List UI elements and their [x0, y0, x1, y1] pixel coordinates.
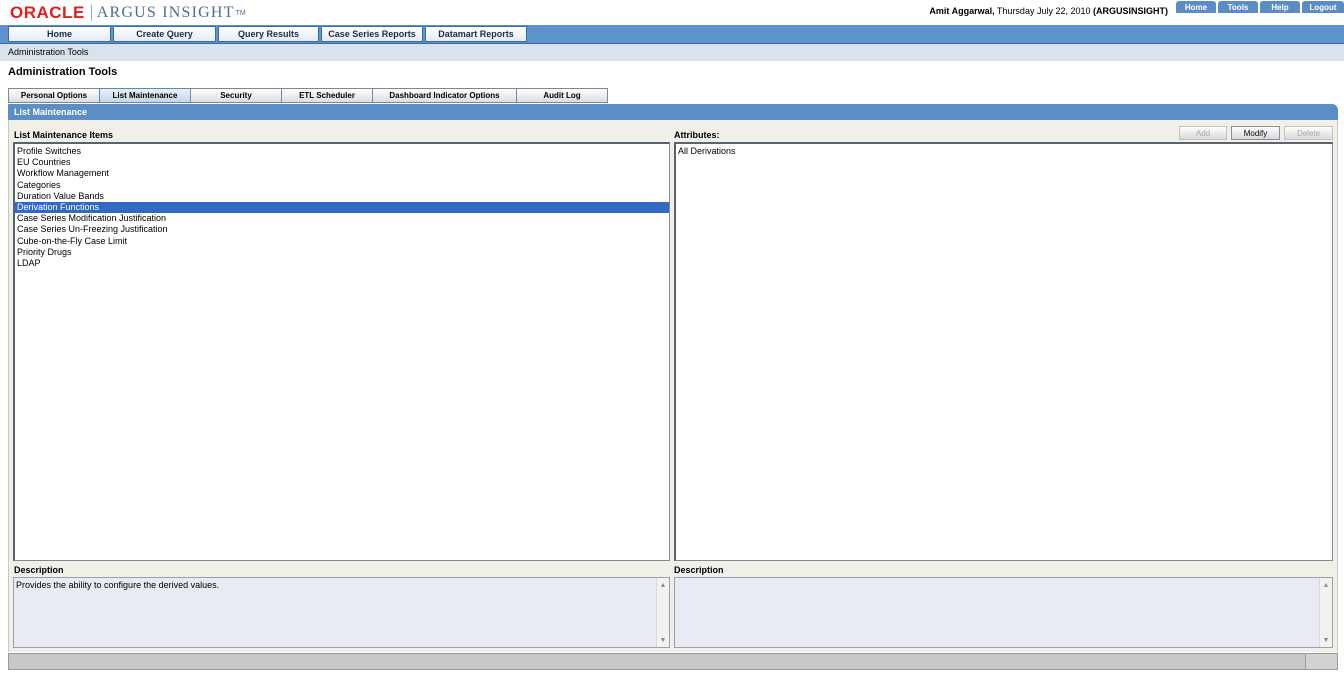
list-item-duration-value-bands[interactable]: Duration Value Bands — [15, 191, 669, 202]
right-description-scrollbar[interactable]: ▲ ▼ — [1319, 578, 1332, 647]
modify-button[interactable]: Modify — [1231, 126, 1280, 140]
list-items-label: List Maintenance Items — [14, 130, 114, 140]
list-item-derivation-functions[interactable]: Derivation Functions — [15, 201, 669, 214]
page-title: Administration Tools — [8, 66, 118, 78]
right-description-label: Description — [674, 565, 724, 575]
nav-case-series-reports[interactable]: Case Series Reports — [321, 26, 423, 42]
list-item-eu-countries[interactable]: EU Countries — [15, 157, 669, 168]
top-link-home[interactable]: Home — [1176, 1, 1216, 13]
top-link-logout[interactable]: Logout — [1302, 1, 1344, 13]
top-link-tools[interactable]: Tools — [1218, 1, 1258, 13]
scroll-down-icon[interactable]: ▼ — [657, 634, 669, 646]
left-description-box[interactable]: Provides the ability to configure the de… — [13, 577, 670, 648]
tab-personal-options[interactable]: Personal Options — [8, 88, 100, 103]
scroll-down-icon[interactable]: ▼ — [1320, 634, 1332, 646]
top-links: Home Tools Help Logout — [1176, 1, 1344, 13]
nav-home[interactable]: Home — [8, 26, 111, 42]
tab-dashboard-indicator-options[interactable]: Dashboard Indicator Options — [372, 88, 517, 103]
list-item-case-series-unfreezing[interactable]: Case Series Un-Freezing Justification — [15, 224, 669, 235]
list-item-profile-switches[interactable]: Profile Switches — [15, 146, 669, 157]
status-bar — [8, 653, 1338, 670]
status-bar-panel — [1305, 654, 1337, 669]
left-description-label: Description — [14, 565, 64, 575]
add-button[interactable]: Add — [1179, 126, 1227, 140]
current-date: Thursday July 22, 2010 — [994, 6, 1093, 16]
list-item-workflow-management[interactable]: Workflow Management — [15, 168, 669, 179]
section-header: List Maintenance — [8, 104, 1338, 120]
list-item-case-series-modification[interactable]: Case Series Modification Justification — [15, 213, 669, 224]
list-items-box[interactable]: Profile Switches EU Countries Workflow M… — [13, 142, 670, 561]
list-item-categories[interactable]: Categories — [15, 180, 669, 191]
left-description-text: Provides the ability to configure the de… — [16, 580, 220, 590]
list-item-priority-drugs[interactable]: Priority Drugs — [15, 247, 669, 258]
attribute-item-all-derivations[interactable]: All Derivations — [676, 146, 1332, 157]
oracle-argus-logo: ORACLE ARGUS INSIGHT TM — [10, 3, 246, 22]
logo-divider — [90, 5, 92, 21]
breadcrumb: Administration Tools — [0, 44, 1344, 61]
attributes-box[interactable]: All Derivations — [674, 142, 1333, 561]
list-item-ldap[interactable]: LDAP — [15, 258, 669, 269]
top-header: ORACLE ARGUS INSIGHT TM Amit Aggarwal, T… — [0, 0, 1344, 25]
top-link-help[interactable]: Help — [1260, 1, 1300, 13]
nav-create-query[interactable]: Create Query — [113, 26, 216, 42]
tab-etl-scheduler[interactable]: ETL Scheduler — [281, 88, 373, 103]
delete-button[interactable]: Delete — [1284, 126, 1333, 140]
instance-name: (ARGUSINSIGHT) — [1093, 6, 1168, 16]
trademark: TM — [235, 9, 246, 17]
oracle-wordmark: ORACLE — [10, 3, 85, 22]
right-description-box[interactable]: ▲ ▼ — [674, 577, 1333, 648]
main-navigation: Home Create Query Query Results Case Ser… — [0, 25, 1344, 44]
list-item-cube-on-the-fly[interactable]: Cube-on-the-Fly Case Limit — [15, 236, 669, 247]
tab-list-maintenance[interactable]: List Maintenance — [99, 88, 191, 103]
product-name: ARGUS INSIGHT — [96, 4, 235, 21]
nav-query-results[interactable]: Query Results — [218, 26, 319, 42]
tab-audit-log[interactable]: Audit Log — [516, 88, 608, 103]
scroll-up-icon[interactable]: ▲ — [1320, 579, 1332, 591]
user-info: Amit Aggarwal, Thursday July 22, 2010 (A… — [929, 6, 1168, 16]
left-description-scrollbar[interactable]: ▲ ▼ — [656, 578, 669, 647]
tab-security[interactable]: Security — [190, 88, 282, 103]
scroll-up-icon[interactable]: ▲ — [657, 579, 669, 591]
user-name: Amit Aggarwal, — [929, 6, 995, 16]
attributes-label: Attributes: — [674, 130, 720, 140]
nav-datamart-reports[interactable]: Datamart Reports — [425, 26, 527, 42]
